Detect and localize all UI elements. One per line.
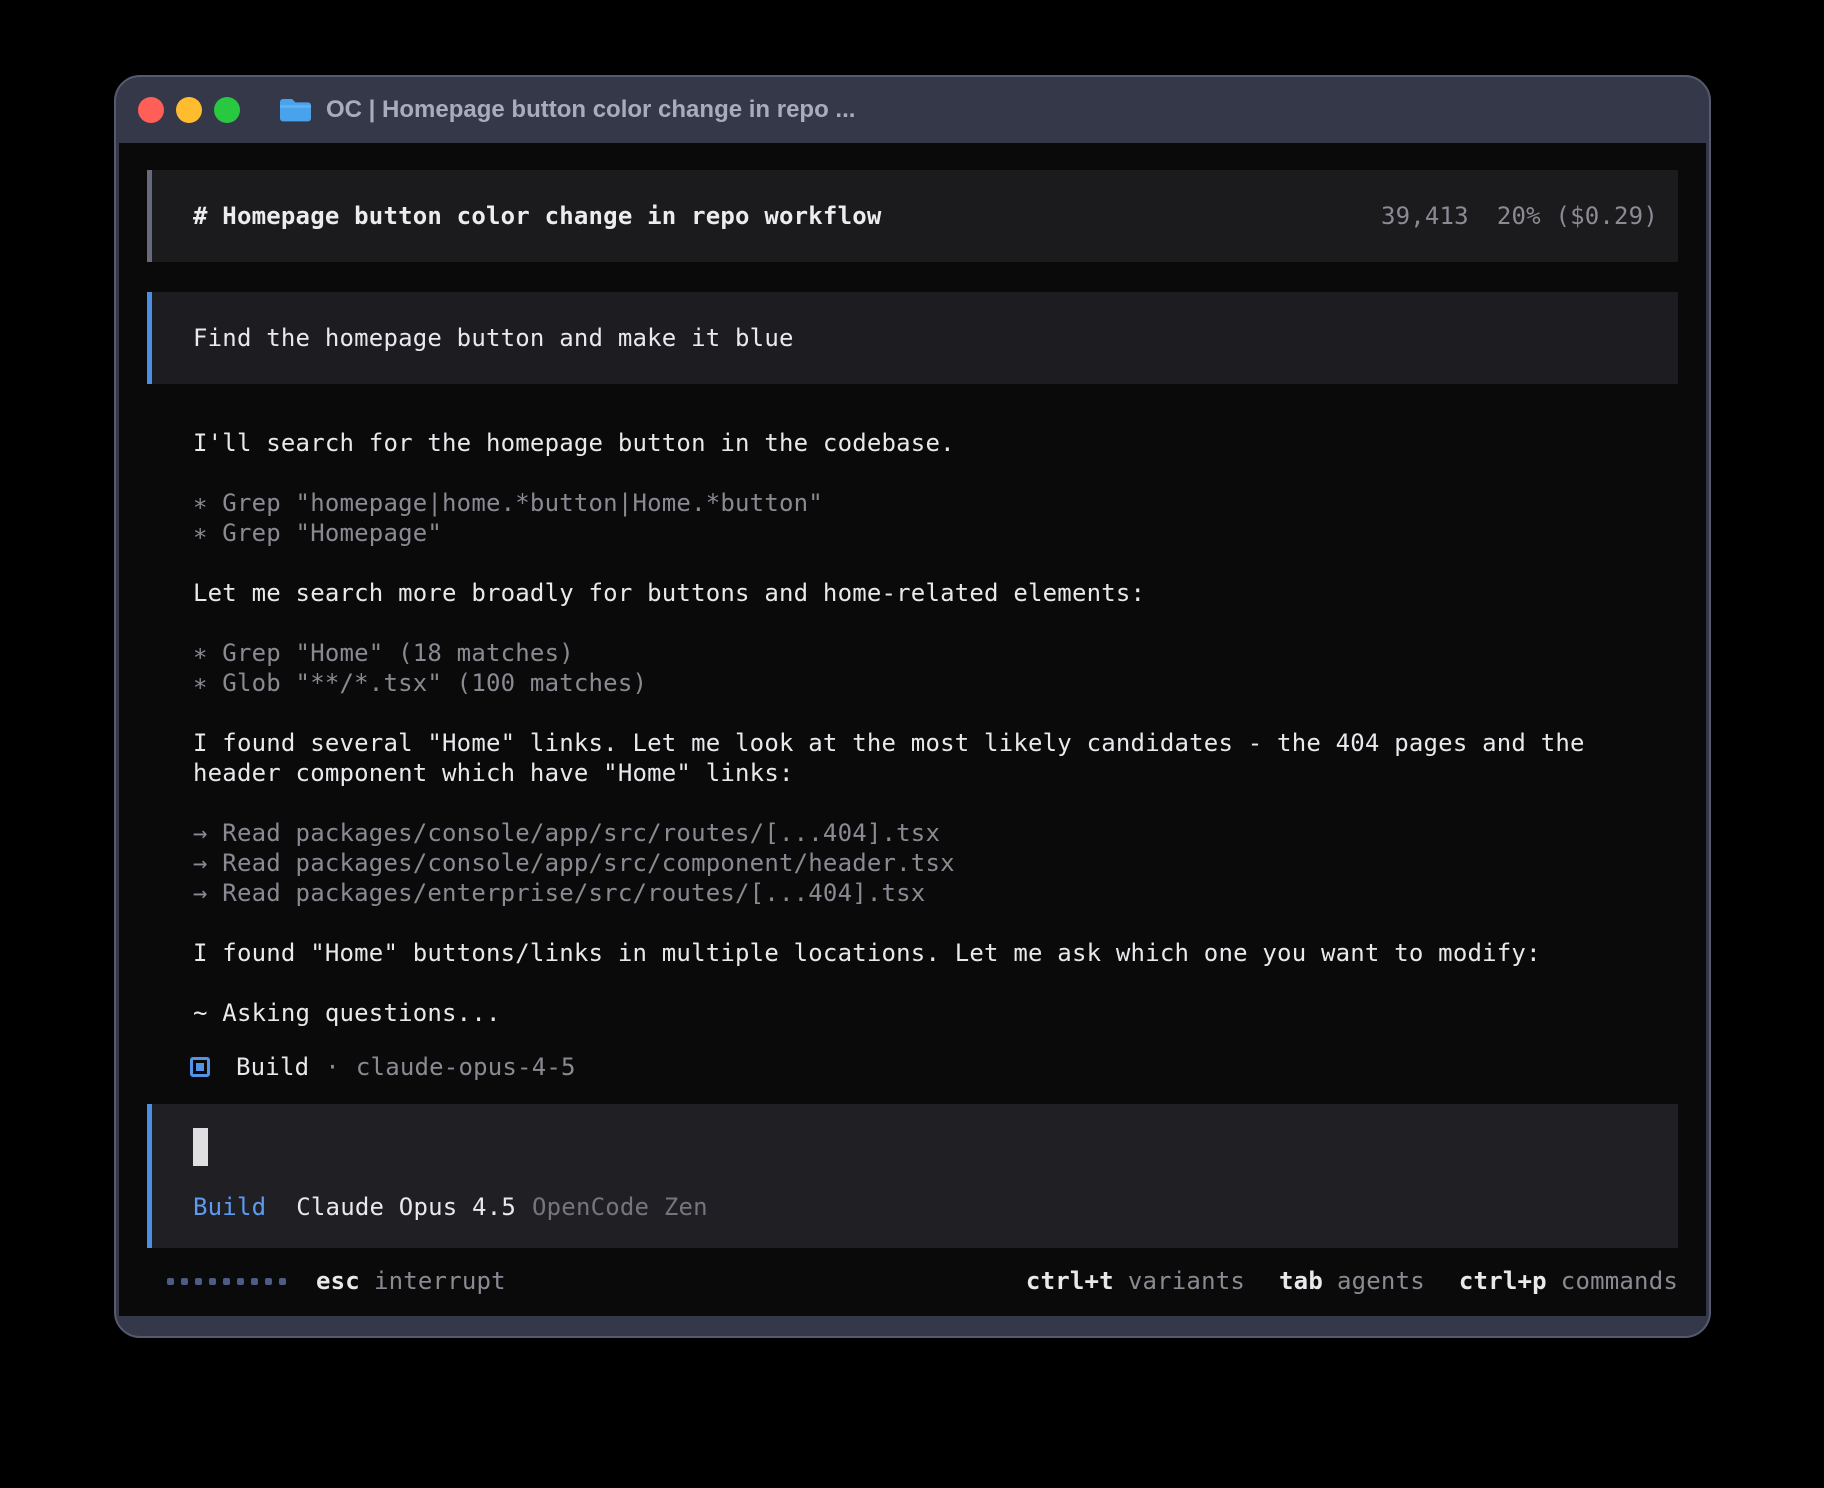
window-title: OC | Homepage button color change in rep…: [326, 96, 855, 124]
folder-icon: [278, 96, 312, 124]
agents-label: agents: [1337, 1266, 1425, 1296]
terminal-content: # Homepage button color change in repo w…: [119, 143, 1706, 1316]
prompt-input[interactable]: Build Claude Opus 4.5 OpenCode Zen: [147, 1104, 1678, 1248]
tab-key-hint: tab: [1279, 1266, 1323, 1296]
variants-label: variants: [1128, 1266, 1245, 1296]
ctrl-t-key-hint: ctrl+t: [1026, 1266, 1114, 1296]
tool-call-grep: ∗ Grep "Homepage": [193, 518, 1678, 548]
shortcut-agents: tab agents: [1279, 1266, 1425, 1296]
assistant-text: I found "Home" buttons/links in multiple…: [193, 938, 1623, 968]
terminal-window: OC | Homepage button color change in rep…: [114, 75, 1711, 1338]
tool-call-grep: ∗ Grep "Home" (18 matches): [193, 638, 1678, 668]
desktop-background: OC | Homepage button color change in rep…: [0, 0, 1824, 1488]
spinner-dots: [167, 1278, 286, 1285]
input-provider-label: OpenCode Zen: [532, 1192, 708, 1222]
tool-call-read: → Read packages/console/app/src/routes/[…: [193, 818, 1678, 848]
session-stats: 39,413 20% ($0.29): [1381, 201, 1658, 231]
window-bottom-edge: [116, 1316, 1709, 1336]
tool-call-read: → Read packages/enterprise/src/routes/[.…: [193, 878, 1678, 908]
shortcut-interrupt: esc interrupt: [316, 1266, 506, 1296]
tool-call-group: → Read packages/console/app/src/routes/[…: [147, 818, 1678, 908]
zoom-window-button[interactable]: [214, 97, 240, 123]
window-titlebar[interactable]: OC | Homepage button color change in rep…: [116, 77, 1709, 143]
user-message-text: Find the homepage button and make it blu…: [193, 324, 794, 352]
user-message: Find the homepage button and make it blu…: [147, 292, 1678, 384]
tool-call-grep: ∗ Grep "homepage|home.*button|Home.*butt…: [193, 488, 1678, 518]
assistant-text: Let me search more broadly for buttons a…: [193, 578, 1623, 608]
assistant-text: I found several "Home" links. Let me loo…: [193, 728, 1623, 788]
agent-name: Build: [236, 1052, 309, 1082]
model-name: claude-opus-4-5: [356, 1052, 576, 1082]
shortcut-variants: ctrl+t variants: [1026, 1266, 1245, 1296]
close-window-button[interactable]: [138, 97, 164, 123]
separator-dot: ·: [325, 1052, 340, 1082]
agent-mode-icon: [190, 1057, 210, 1077]
assistant-text: I'll search for the homepage button in t…: [193, 428, 1623, 458]
agent-status: Build · claude-opus-4-5: [190, 1052, 1678, 1082]
tool-call-read: → Read packages/console/app/src/componen…: [193, 848, 1678, 878]
session-header: # Homepage button color change in repo w…: [147, 170, 1678, 262]
shortcut-commands: ctrl+p commands: [1459, 1266, 1678, 1296]
token-count: 39,413: [1381, 201, 1469, 231]
esc-key-label: interrupt: [374, 1266, 506, 1296]
esc-key-hint: esc: [316, 1266, 360, 1296]
commands-label: commands: [1561, 1266, 1678, 1296]
input-model-label[interactable]: Claude Opus 4.5: [296, 1192, 516, 1222]
ctrl-p-key-hint: ctrl+p: [1459, 1266, 1547, 1296]
context-usage: 20% ($0.29): [1497, 201, 1658, 231]
status-bar-left: esc interrupt: [167, 1266, 506, 1296]
tool-call-group: ∗ Grep "homepage|home.*button|Home.*butt…: [147, 488, 1678, 548]
status-bar: esc interrupt ctrl+t variants tab agents…: [147, 1266, 1678, 1296]
traffic-lights: [138, 97, 240, 123]
minimize-window-button[interactable]: [176, 97, 202, 123]
input-agent-label[interactable]: Build: [193, 1192, 266, 1222]
tool-call-group: ∗ Grep "Home" (18 matches) ∗ Glob "**/*.…: [147, 638, 1678, 698]
text-cursor: [193, 1128, 208, 1166]
status-bar-right: ctrl+t variants tab agents ctrl+p comman…: [1026, 1266, 1678, 1296]
assistant-status-text: ~ Asking questions...: [193, 998, 1623, 1028]
tool-call-glob: ∗ Glob "**/*.tsx" (100 matches): [193, 668, 1678, 698]
session-title: # Homepage button color change in repo w…: [193, 201, 882, 231]
input-meta-row: Build Claude Opus 4.5 OpenCode Zen: [193, 1192, 1658, 1222]
